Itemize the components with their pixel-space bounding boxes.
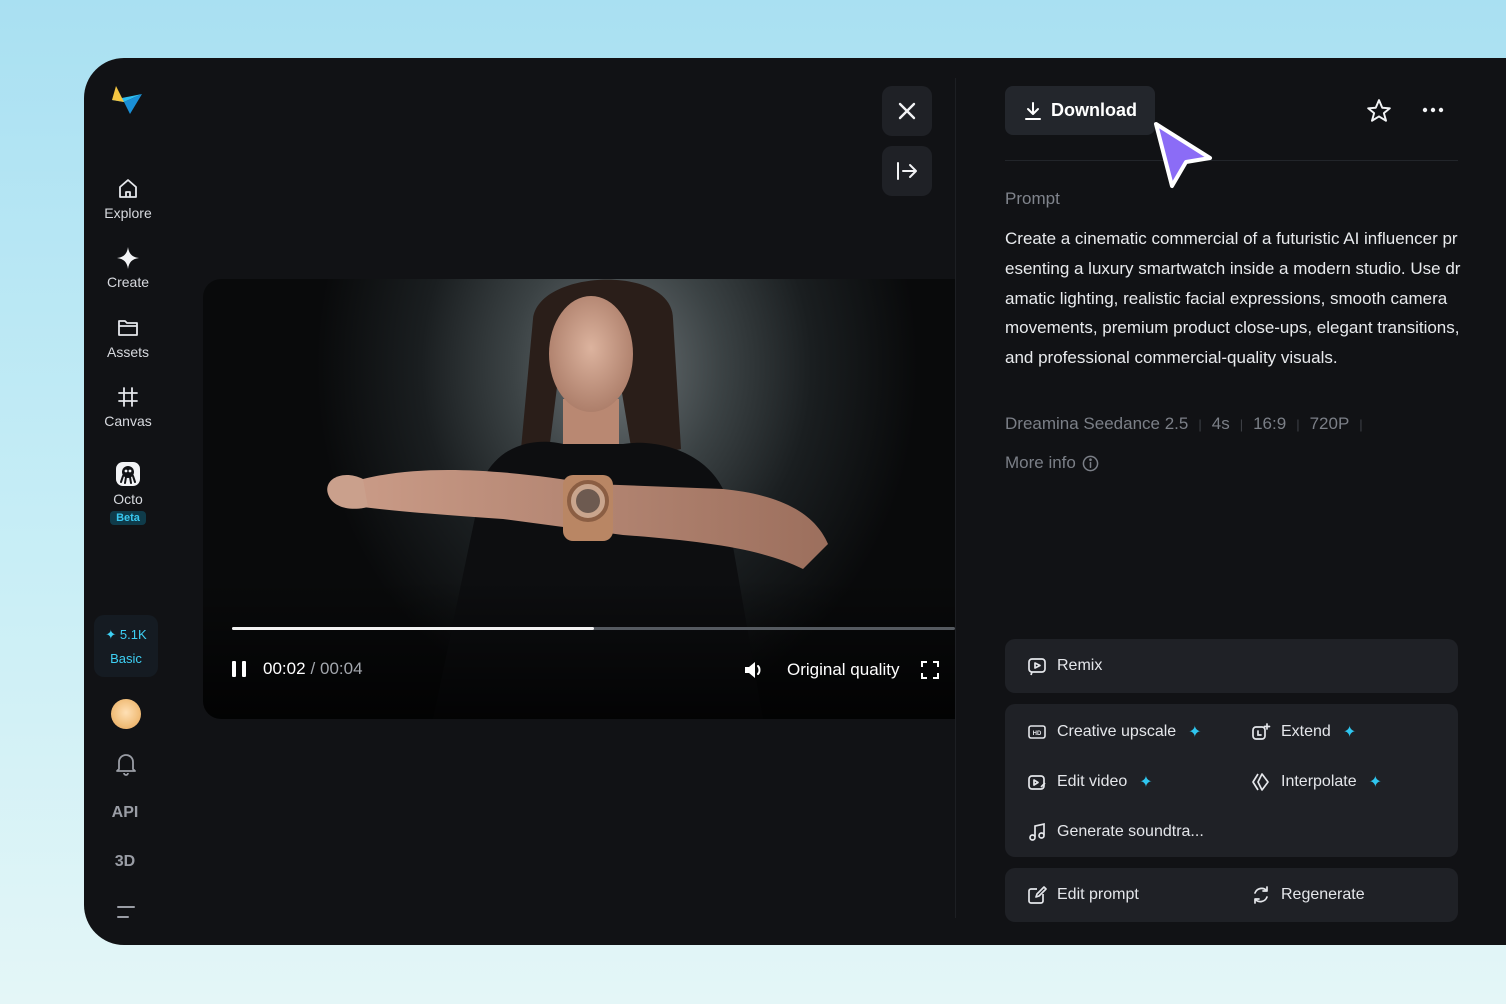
- video-player[interactable]: 00:02 / 00:04 Original quality: [203, 279, 955, 719]
- duration: 4s: [1211, 414, 1230, 433]
- extend-icon: [1252, 723, 1271, 740]
- player-options: Original quality: [743, 659, 940, 681]
- sidebar-item-canvas[interactable]: Canvas: [84, 385, 172, 429]
- folder-icon: [118, 320, 138, 336]
- svg-text:HD: HD: [1033, 731, 1042, 737]
- model-name: Dreamina Seedance 2.5: [1005, 414, 1189, 433]
- sparkle-icon: ✦: [1342, 724, 1357, 741]
- edit-prompt-button[interactable]: Edit prompt: [1027, 885, 1139, 905]
- more-options-icon[interactable]: [1422, 104, 1444, 116]
- sidebar-item-label: Canvas: [104, 413, 152, 429]
- sidebar-item-octo[interactable]: Octo Beta: [84, 461, 172, 525]
- sidebar-item-label: Create: [106, 274, 150, 290]
- extend-button[interactable]: Extend ✦: [1251, 722, 1356, 742]
- sidebar-item-assets[interactable]: Assets: [84, 316, 172, 360]
- more-info-label: More info: [1005, 453, 1076, 472]
- sidebar-item-create[interactable]: Create: [84, 246, 172, 290]
- creative-upscale-button[interactable]: HD Creative upscale ✦: [1027, 722, 1202, 742]
- prompt-label: Prompt: [1005, 189, 1060, 208]
- sidebar-item-label: Explore: [104, 205, 152, 221]
- star-icon[interactable]: [1366, 98, 1392, 124]
- more-info-link[interactable]: More info: [1005, 453, 1099, 473]
- volume-icon[interactable]: [743, 659, 767, 681]
- refresh-icon: [1254, 886, 1268, 904]
- interpolate-label: Interpolate: [1281, 773, 1357, 790]
- sidebar-item-label: Assets: [106, 344, 149, 360]
- close-button[interactable]: [882, 86, 932, 136]
- interpolate-button[interactable]: Interpolate ✦: [1251, 772, 1382, 792]
- total-time: / 00:04: [310, 659, 363, 678]
- mouse-pointer-icon: [1154, 122, 1212, 188]
- regenerate-label: Regenerate: [1281, 886, 1365, 903]
- video-frame: [203, 279, 955, 719]
- sparkle-icon: ✦: [105, 627, 117, 642]
- avatar[interactable]: [111, 699, 141, 729]
- credits-badge[interactable]: ✦ 5.1K Basic: [94, 615, 158, 677]
- menu-icon[interactable]: [116, 904, 136, 920]
- sparkle-icon: ✦: [1139, 774, 1153, 791]
- download-button[interactable]: Download: [1005, 86, 1155, 135]
- download-icon: [1025, 101, 1041, 120]
- arrow-right-bar-icon: [897, 162, 917, 180]
- edit-video-button[interactable]: Edit video ✦: [1027, 772, 1153, 792]
- panel-divider: [955, 78, 956, 918]
- progress-bar[interactable]: [232, 627, 955, 630]
- quality-selector[interactable]: Original quality: [787, 660, 899, 680]
- tools-card: HD Creative upscale ✦ Extend ✦ Edit vide…: [1005, 704, 1458, 857]
- sparkle-icon: ✦: [1188, 724, 1202, 741]
- sparkle-icon: ✦: [1368, 774, 1383, 791]
- edit-prompt-label: Edit prompt: [1057, 886, 1139, 903]
- sparkle-icon: [117, 247, 139, 269]
- header-divider: [1005, 160, 1458, 161]
- progress-fill: [232, 627, 594, 630]
- app-window: Explore Create Assets Canvas Octo Beta ✦…: [84, 58, 1506, 945]
- edit-regenerate-card: Edit prompt Regenerate: [1005, 868, 1458, 922]
- interpolate-icon: [1252, 773, 1269, 791]
- pause-icon[interactable]: [231, 660, 249, 678]
- octo-icon: [116, 462, 140, 486]
- edit-prompt-icon: [1028, 886, 1047, 904]
- edit-video-label: Edit video: [1057, 773, 1128, 790]
- current-time: 00:02: [263, 659, 306, 678]
- remix-button[interactable]: Remix: [1027, 656, 1102, 676]
- playback-controls: 00:02 / 00:04: [231, 659, 363, 679]
- creative-upscale-label: Creative upscale: [1057, 723, 1177, 740]
- collapse-panel-button[interactable]: [882, 146, 932, 196]
- beta-badge: Beta: [110, 511, 146, 525]
- sidebar: Explore Create Assets Canvas Octo Beta ✦…: [84, 58, 172, 945]
- prompt-text: Create a cinematic commercial of a futur…: [1005, 229, 1461, 368]
- remix-icon: [1028, 658, 1046, 676]
- credits-amount: 5.1K: [119, 627, 147, 642]
- 3d-link[interactable]: 3D: [84, 853, 166, 871]
- generate-soundtrack-button[interactable]: Generate soundtra...: [1027, 822, 1204, 842]
- remix-card: Remix: [1005, 639, 1458, 693]
- generation-meta: Dreamina Seedance 2.5 | 4s | 16:9 | 720P |: [1005, 414, 1363, 433]
- download-label: Download: [1051, 100, 1137, 120]
- close-icon: [898, 102, 916, 120]
- aspect-ratio: 16:9: [1253, 414, 1287, 433]
- bell-icon[interactable]: [115, 752, 137, 776]
- sidebar-item-label: Octo: [113, 491, 143, 507]
- regenerate-button[interactable]: Regenerate: [1251, 885, 1365, 905]
- generate-soundtrack-label: Generate soundtra...: [1057, 823, 1204, 840]
- app-logo[interactable]: [110, 84, 144, 118]
- extend-label: Extend: [1281, 723, 1331, 740]
- info-icon: [1082, 455, 1099, 471]
- fullscreen-icon[interactable]: [921, 661, 940, 679]
- api-link[interactable]: API: [84, 804, 166, 822]
- edit-video-icon: [1028, 775, 1046, 790]
- music-note-icon: [1029, 822, 1045, 841]
- plan-name: Basic: [110, 651, 142, 666]
- sidebar-item-explore[interactable]: Explore: [84, 177, 172, 221]
- home-icon: [119, 179, 137, 198]
- hd-icon: HD: [1028, 725, 1046, 739]
- remix-label: Remix: [1057, 657, 1103, 674]
- canvas-icon: [118, 387, 138, 407]
- resolution: 720P: [1309, 414, 1350, 433]
